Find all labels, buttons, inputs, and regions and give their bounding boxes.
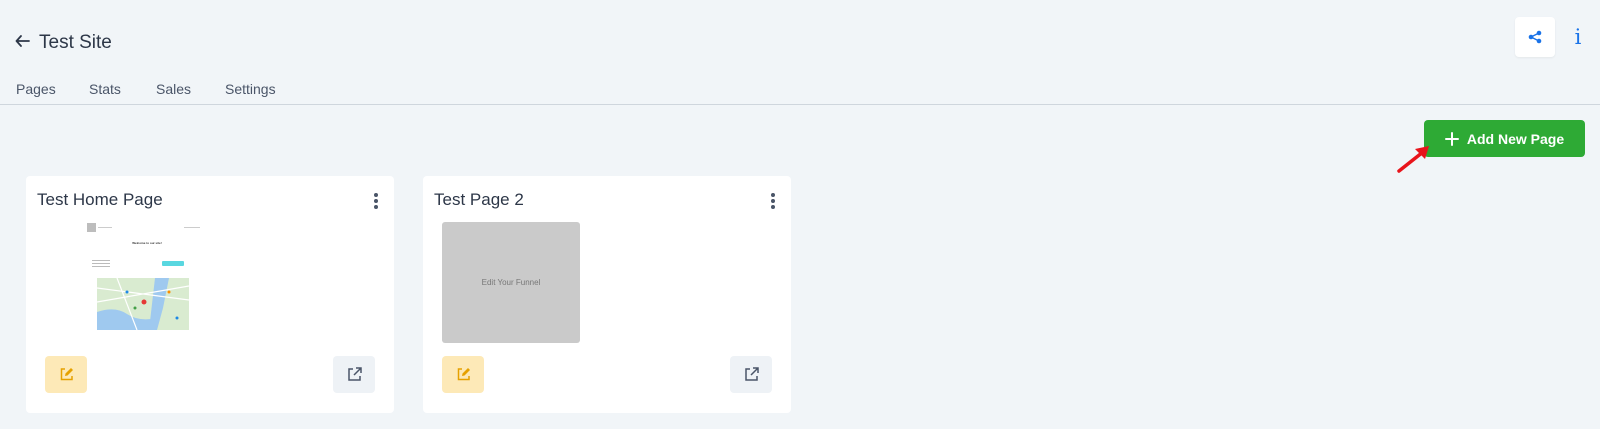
page-card: Test Home Page Welcome to our site! <box>26 176 394 413</box>
tab-stats[interactable]: Stats <box>89 81 121 97</box>
external-link-icon <box>347 367 362 381</box>
tab-pages[interactable]: Pages <box>16 81 56 97</box>
tab-settings[interactable]: Settings <box>225 81 276 97</box>
red-arrow-annotation <box>1397 146 1429 173</box>
more-options-icon[interactable] <box>767 191 779 211</box>
share-icon <box>1528 30 1542 44</box>
preview-button <box>162 261 184 266</box>
page-card-title: Test Page 2 <box>434 190 524 209</box>
open-page-button[interactable] <box>333 356 375 393</box>
edit-page-button[interactable] <box>442 356 484 393</box>
tab-sales[interactable]: Sales <box>156 81 191 97</box>
preview-logo <box>87 223 96 232</box>
page-card: Test Page 2 Edit Your Funnel <box>423 176 791 413</box>
edit-page-button[interactable] <box>45 356 87 393</box>
external-link-icon <box>744 367 759 381</box>
info-button[interactable]: i <box>1558 17 1598 57</box>
add-new-page-label: Add New Page <box>1466 130 1565 147</box>
more-options-icon[interactable] <box>370 191 382 211</box>
placeholder-text: Edit Your Funnel <box>481 278 541 287</box>
add-new-page-button[interactable]: Add New Page <box>1424 120 1585 157</box>
page-preview-thumbnail[interactable]: Welcome to our site! <box>82 223 202 333</box>
page-title: Test Site <box>39 32 112 53</box>
open-page-button[interactable] <box>730 356 772 393</box>
preview-map <box>97 278 189 330</box>
arrow-left-icon <box>15 35 30 47</box>
page-tabs: Pages Stats Sales Settings <box>0 78 1600 105</box>
plus-icon <box>1444 131 1459 146</box>
page-preview-placeholder[interactable]: Edit Your Funnel <box>442 222 580 343</box>
share-button[interactable] <box>1515 17 1555 57</box>
edit-icon <box>457 368 470 381</box>
back-button[interactable] <box>14 33 30 49</box>
info-icon: i <box>1574 25 1582 49</box>
preview-heading: Welcome to our site! <box>132 241 162 245</box>
page-card-title: Test Home Page <box>37 190 163 209</box>
page-header: Test Site i Pages Stats Sales Settings <box>0 0 1600 105</box>
edit-icon <box>60 368 73 381</box>
